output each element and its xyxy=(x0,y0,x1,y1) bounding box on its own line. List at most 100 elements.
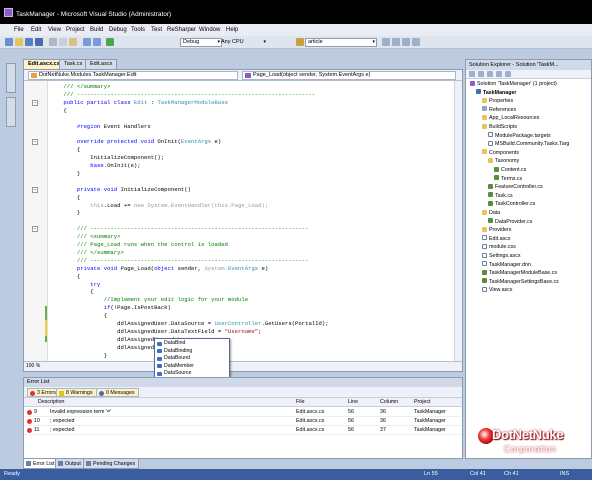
code-line[interactable]: } xyxy=(50,170,80,178)
refresh-icon[interactable] xyxy=(487,71,493,77)
menu-build[interactable]: Build xyxy=(90,27,103,33)
code-line[interactable]: { xyxy=(50,107,66,115)
intellisense-item[interactable]: DataBinding xyxy=(155,348,229,356)
tab-pending-changes[interactable]: Pending Changes xyxy=(83,459,140,469)
code-line[interactable]: { xyxy=(50,288,93,296)
tree-node[interactable]: App_LocalResources xyxy=(482,114,539,123)
code-line[interactable]: /// ------------------------------------… xyxy=(50,257,309,265)
code-line[interactable]: /// <summary> xyxy=(50,233,121,241)
menu-edit[interactable]: Edit xyxy=(31,27,41,33)
tree-node[interactable]: Providers xyxy=(482,226,511,235)
code-line[interactable]: /// </summary> xyxy=(50,83,110,91)
errors-filter-button[interactable]: 3 Errors xyxy=(27,388,60,397)
code-line[interactable]: override protected void OnInit(EventArgs… xyxy=(50,138,221,146)
find-combo[interactable]: article ▾ xyxy=(305,38,377,47)
new-project-icon[interactable] xyxy=(5,38,13,46)
class-combo[interactable]: DotNetNuke.Modules.TaskManager.Edit xyxy=(28,71,238,80)
tree-node[interactable]: module.css xyxy=(482,243,516,252)
toolbox-icon[interactable] xyxy=(412,38,420,46)
tab-error-list[interactable]: Error List xyxy=(23,459,59,469)
redo-icon[interactable] xyxy=(93,38,101,46)
tree-node[interactable]: Task.cs xyxy=(488,192,513,201)
start-debugging-icon[interactable] xyxy=(106,38,114,46)
code-line[interactable]: private void Page_Load(object sender, Sy… xyxy=(50,265,268,273)
tree-node[interactable]: DataProvider.cs xyxy=(488,218,532,227)
tab-output[interactable]: Output xyxy=(55,459,85,469)
intellisense-item[interactable]: DataBind xyxy=(155,340,229,348)
tree-node[interactable]: TaskManagerSettingsBase.cs xyxy=(482,278,559,287)
menu-window[interactable]: Window xyxy=(199,27,220,33)
menu-test[interactable]: Test xyxy=(151,27,162,33)
tree-node[interactable]: BuildScripts xyxy=(482,123,517,132)
code-line[interactable]: public partial class Edit : TaskManagerM… xyxy=(50,99,228,107)
solution-config-select[interactable]: Debug ▾ xyxy=(180,38,222,47)
view-designer-icon[interactable] xyxy=(505,71,511,77)
menu-help[interactable]: Help xyxy=(226,27,238,33)
copy-icon[interactable] xyxy=(59,38,67,46)
code-line[interactable]: private void InitializeComponent() xyxy=(50,186,191,194)
code-line[interactable]: //Implement your edit logic for your mod… xyxy=(50,296,248,304)
tree-node[interactable]: Solution 'TaskManager' (1 project) xyxy=(470,80,557,89)
properties-icon[interactable] xyxy=(469,71,475,77)
horizontal-scrollbar[interactable]: 100 % xyxy=(24,361,462,371)
paste-icon[interactable] xyxy=(69,38,77,46)
column-column[interactable]: Column xyxy=(380,398,398,407)
error-row[interactable]: 9 Invalid expression term '=' Edit.ascx.cs… xyxy=(24,408,462,417)
tree-node[interactable]: TaskManager.dnn xyxy=(482,261,531,270)
server-explorer-tab[interactable] xyxy=(6,63,16,93)
tree-node[interactable]: View.ascx xyxy=(482,286,512,295)
code-line[interactable]: } xyxy=(50,209,80,217)
tree-node[interactable]: Taxonomy xyxy=(488,157,519,166)
code-line[interactable]: { xyxy=(50,194,80,202)
view-code-icon[interactable] xyxy=(496,71,502,77)
error-row[interactable]: 10 ; expected Edit.ascx.cs 56 36 TaskManager xyxy=(24,417,462,426)
collapse-outline-icon[interactable]: − xyxy=(32,139,38,146)
show-all-files-icon[interactable] xyxy=(478,71,484,77)
error-row[interactable]: 11 ; expected Edit.ascx.cs 56 37 TaskManager xyxy=(24,426,462,435)
undo-icon[interactable] xyxy=(83,38,91,46)
tree-node[interactable]: TaskManager xyxy=(476,89,516,98)
toolbox-tab[interactable] xyxy=(6,97,16,127)
save-icon[interactable] xyxy=(25,38,33,46)
code-line[interactable]: ddlAssignedUser.DataSource = UserControl… xyxy=(50,320,329,328)
code-line[interactable]: ddlAssignedUser.DataTextField = "Usernam… xyxy=(50,328,261,336)
tree-node[interactable]: Edit.ascx xyxy=(482,235,511,244)
column-description[interactable]: Description xyxy=(38,398,65,407)
zoom-level[interactable]: 100 % xyxy=(26,363,40,369)
tree-node[interactable]: Data xyxy=(482,209,500,218)
menu-view[interactable]: View xyxy=(48,27,61,33)
tree-node[interactable]: Content.cs xyxy=(494,166,526,175)
tab-task-cs[interactable]: Task.cs xyxy=(59,59,88,69)
warnings-filter-button[interactable]: 8 Warnings xyxy=(56,388,97,397)
code-line[interactable]: this.Load += new System.EventHandler(thi… xyxy=(50,202,268,210)
save-all-icon[interactable] xyxy=(35,38,43,46)
tree-node[interactable]: TaskManagerModuleBase.cs xyxy=(482,269,557,278)
menu-project[interactable]: Project xyxy=(66,27,85,33)
code-line[interactable]: { xyxy=(50,312,107,320)
tree-node[interactable]: Properties xyxy=(482,97,513,106)
collapse-outline-icon[interactable]: − xyxy=(32,99,38,106)
tree-node[interactable]: References xyxy=(482,106,516,115)
menu-tools[interactable]: Tools xyxy=(131,27,145,33)
code-line[interactable]: } xyxy=(50,352,107,360)
code-editor[interactable]: DotNetNuke.Modules.TaskManager.Edit Page… xyxy=(23,69,463,372)
member-combo[interactable]: Page_Load(object sender, System.EventArg… xyxy=(242,71,456,80)
code-line[interactable]: InitializeComponent(); xyxy=(50,154,164,162)
menu-debug[interactable]: Debug xyxy=(109,27,127,33)
code-line[interactable]: base.OnInit(e); xyxy=(50,162,140,170)
code-line[interactable]: /// ------------------------------------… xyxy=(50,91,315,99)
tree-node[interactable]: TaskController.cs xyxy=(488,200,535,209)
menu-resharper[interactable]: ReSharper xyxy=(167,27,196,33)
vertical-scrollbar[interactable] xyxy=(454,81,462,362)
intellisense-item[interactable]: DataMember xyxy=(155,363,229,371)
code-line[interactable]: { xyxy=(50,273,80,281)
code-line[interactable]: /// </summary> xyxy=(50,249,124,257)
properties-icon[interactable] xyxy=(392,38,400,46)
messages-filter-button[interactable]: 0 Messages xyxy=(96,388,139,397)
code-line[interactable]: #region Event Handlers xyxy=(50,123,151,131)
column-file[interactable]: File xyxy=(296,398,305,407)
tree-node[interactable]: Components xyxy=(482,149,519,158)
menu-file[interactable]: File xyxy=(14,27,24,33)
tab-edit-ascx[interactable]: Edit.ascx xyxy=(85,59,118,69)
code-line[interactable]: ddlAssignedUs xyxy=(50,344,161,352)
